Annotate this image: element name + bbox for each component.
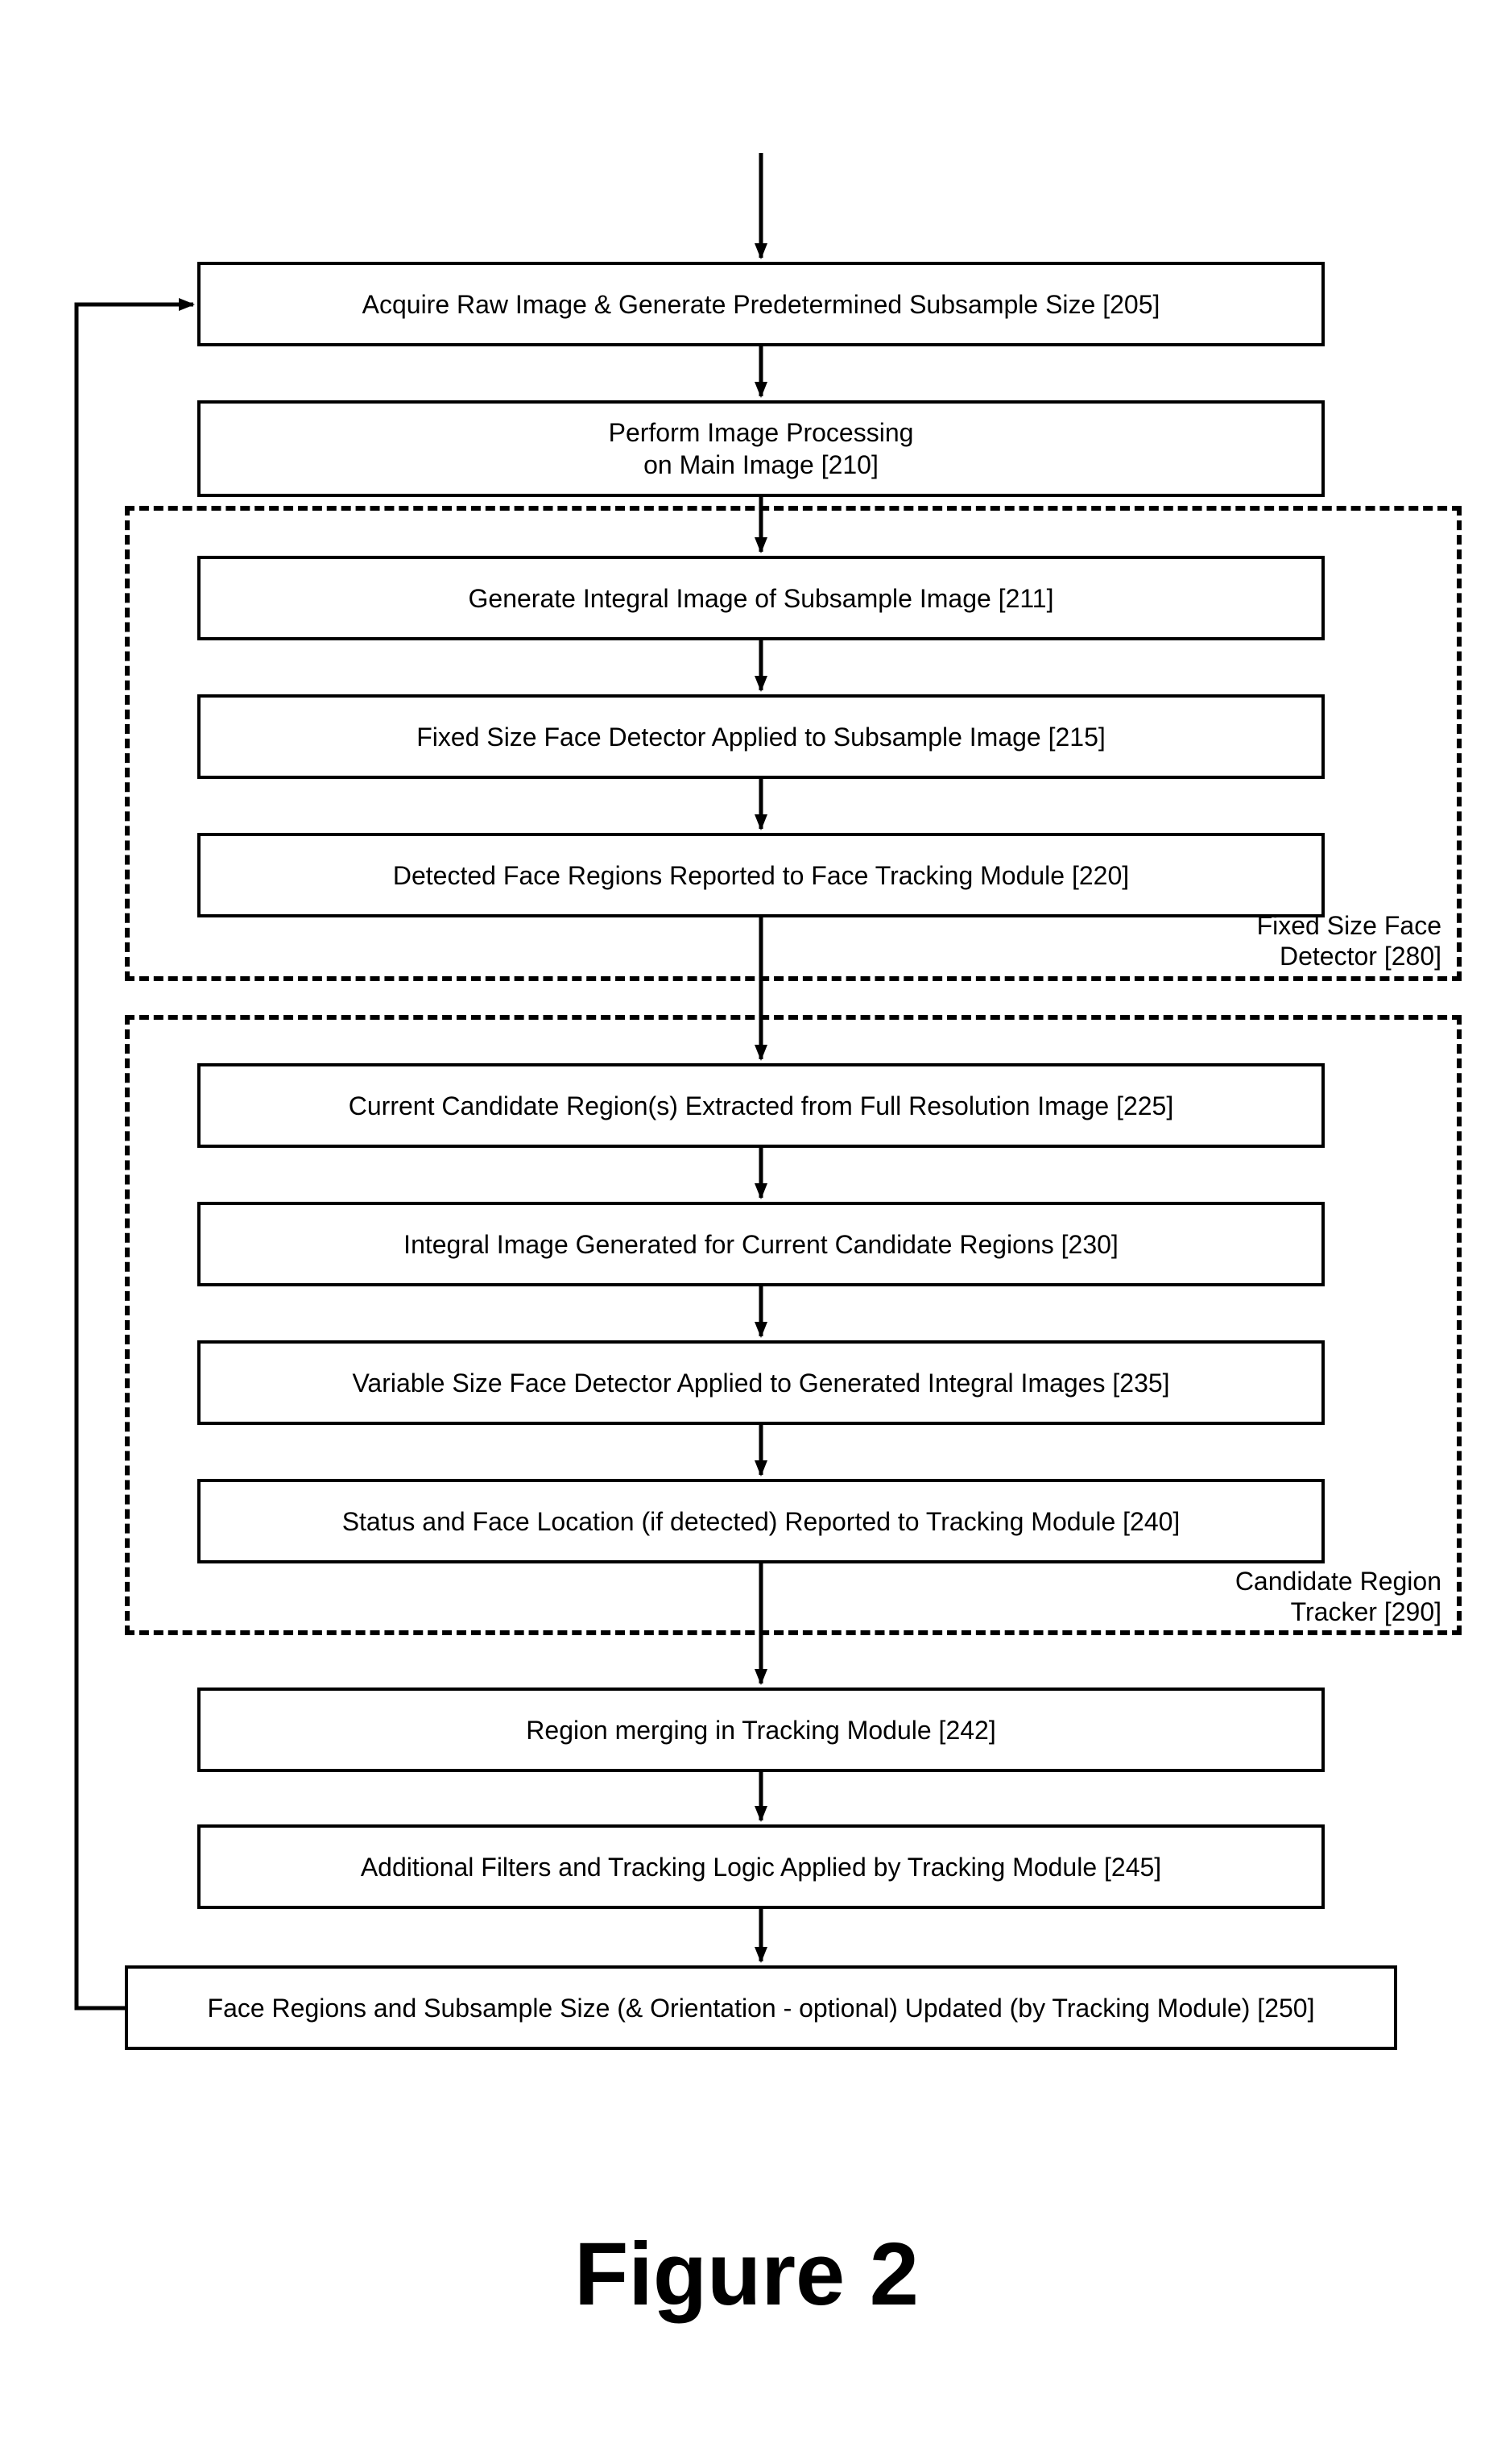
- step-225: Current Candidate Region(s) Extracted fr…: [197, 1063, 1325, 1148]
- step-242: Region merging in Tracking Module [242]: [197, 1688, 1325, 1772]
- group-label-290: Candidate Region Tracker [290]: [1176, 1566, 1441, 1628]
- step-211: Generate Integral Image of Subsample Ima…: [197, 556, 1325, 640]
- group-label-280-line2: Detector [280]: [1280, 942, 1441, 971]
- group-label-290-line1: Candidate Region: [1235, 1567, 1441, 1596]
- step-235-text: Variable Size Face Detector Applied to G…: [352, 1367, 1169, 1399]
- step-230-text: Integral Image Generated for Current Can…: [403, 1228, 1119, 1261]
- step-210: Perform Image Processing on Main Image […: [197, 400, 1325, 497]
- step-245: Additional Filters and Tracking Logic Ap…: [197, 1824, 1325, 1909]
- step-220: Detected Face Regions Reported to Face T…: [197, 833, 1325, 917]
- step-215-text: Fixed Size Face Detector Applied to Subs…: [416, 721, 1106, 753]
- figure-title: Figure 2: [0, 2223, 1493, 2325]
- step-210-line2: on Main Image [210]: [643, 450, 879, 479]
- step-242-text: Region merging in Tracking Module [242]: [526, 1714, 995, 1746]
- step-240: Status and Face Location (if detected) R…: [197, 1479, 1325, 1563]
- step-250: Face Regions and Subsample Size (& Orien…: [125, 1965, 1397, 2050]
- step-235: Variable Size Face Detector Applied to G…: [197, 1340, 1325, 1425]
- step-225-text: Current Candidate Region(s) Extracted fr…: [349, 1090, 1173, 1122]
- step-205-text: Acquire Raw Image & Generate Predetermin…: [362, 288, 1160, 321]
- flowchart-canvas: Fixed Size Face Detector [280] Candidate…: [0, 0, 1493, 2464]
- step-215: Fixed Size Face Detector Applied to Subs…: [197, 694, 1325, 779]
- figure-title-text: Figure 2: [574, 2225, 919, 2324]
- step-220-text: Detected Face Regions Reported to Face T…: [393, 859, 1129, 892]
- step-250-text: Face Regions and Subsample Size (& Orien…: [208, 1992, 1315, 2024]
- step-211-text: Generate Integral Image of Subsample Ima…: [469, 582, 1054, 615]
- step-210-line1: Perform Image Processing: [609, 418, 914, 447]
- step-245-text: Additional Filters and Tracking Logic Ap…: [361, 1851, 1161, 1883]
- group-label-290-line2: Tracker [290]: [1291, 1597, 1441, 1626]
- step-240-text: Status and Face Location (if detected) R…: [342, 1505, 1181, 1538]
- step-205: Acquire Raw Image & Generate Predetermin…: [197, 262, 1325, 346]
- step-230: Integral Image Generated for Current Can…: [197, 1202, 1325, 1286]
- group-label-280: Fixed Size Face Detector [280]: [1200, 910, 1441, 972]
